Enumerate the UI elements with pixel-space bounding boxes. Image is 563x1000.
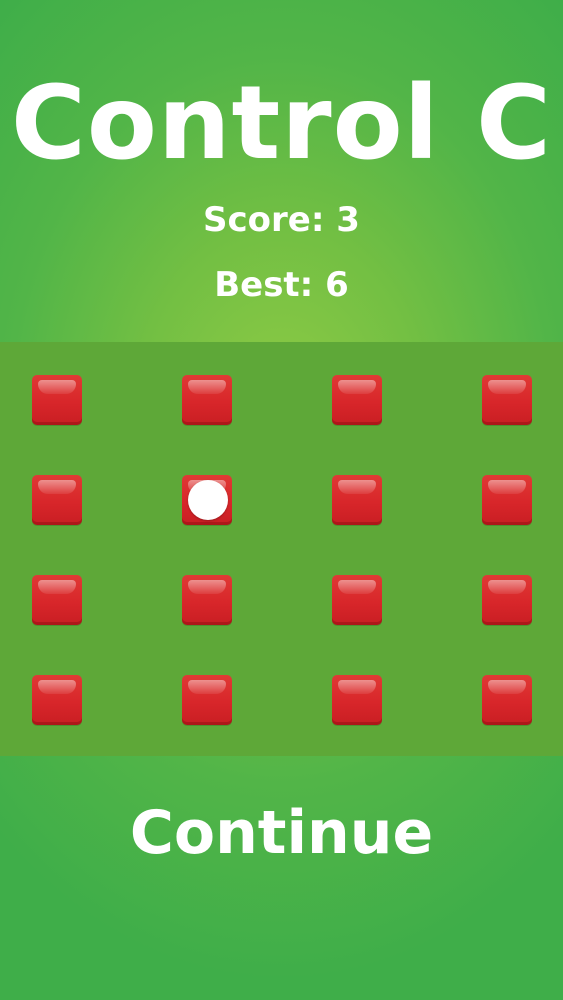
ball [188, 480, 228, 520]
score-label: Score: 3 [203, 200, 360, 240]
tile-r3-c3[interactable] [332, 575, 382, 625]
tile-r3-c2[interactable] [182, 575, 232, 625]
tile-r1-c3[interactable] [332, 375, 382, 425]
tile-r4-c2[interactable] [182, 675, 232, 725]
tile-r2-c4[interactable] [482, 475, 532, 525]
continue-button[interactable]: Continue [0, 795, 563, 871]
game-board [0, 342, 563, 756]
tile-r3-c4[interactable] [482, 575, 532, 625]
tile-r3-c1[interactable] [32, 575, 82, 625]
tile-r4-c4[interactable] [482, 675, 532, 725]
tile-r4-c3[interactable] [332, 675, 382, 725]
tile-r1-c1[interactable] [32, 375, 82, 425]
tile-r1-c4[interactable] [482, 375, 532, 425]
tile-r2-c3[interactable] [332, 475, 382, 525]
best-score-label: Best: 6 [214, 265, 349, 305]
tile-r2-c2[interactable] [182, 475, 232, 525]
tile-r1-c2[interactable] [182, 375, 232, 425]
tile-r2-c1[interactable] [32, 475, 82, 525]
tile-r4-c1[interactable] [32, 675, 82, 725]
game-title: Control C [10, 64, 552, 183]
